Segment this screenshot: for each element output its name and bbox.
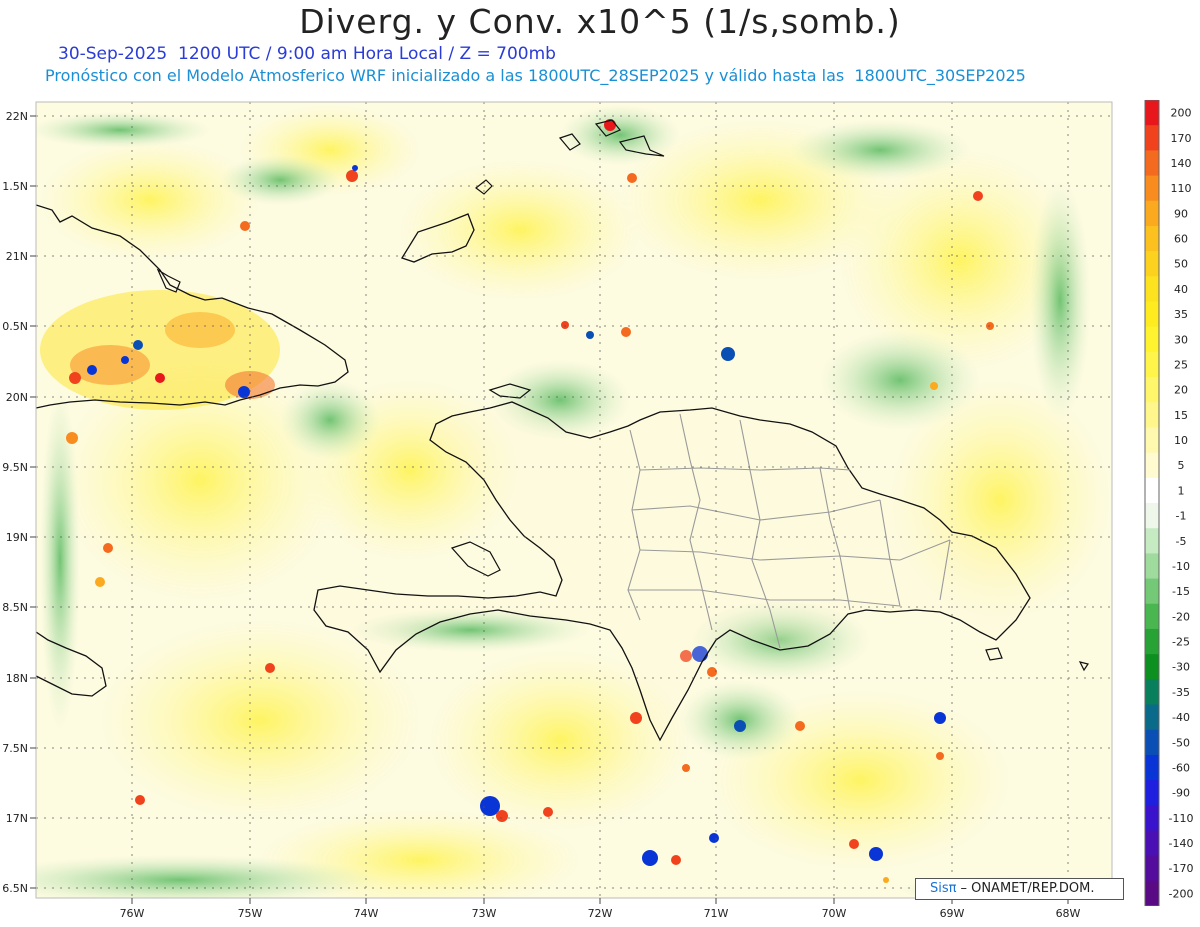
legend-label: 110 <box>1171 182 1192 195</box>
legend-swatch <box>1145 503 1159 529</box>
legend-swatch <box>1145 377 1159 403</box>
legend-label: -50 <box>1172 736 1190 749</box>
lon-label: 73W <box>472 907 497 920</box>
field-layer <box>36 102 1112 898</box>
legend-label: -170 <box>1169 862 1194 875</box>
lat-label: 18N <box>6 672 28 685</box>
legend-swatch <box>1145 225 1159 252</box>
lat-label: 1.5N <box>2 180 28 193</box>
lat-label: 20N <box>6 391 28 404</box>
lat-label: 19N <box>6 531 28 544</box>
lat-label: 8.5N <box>2 601 28 614</box>
legend-label: 25 <box>1174 358 1188 371</box>
lat-label: 0.5N <box>2 320 28 333</box>
lon-label: 74W <box>354 907 379 920</box>
legend-label: -35 <box>1172 686 1190 699</box>
lon-label: 75W <box>238 907 263 920</box>
legend-swatch <box>1145 100 1159 126</box>
legend-swatch <box>1145 150 1159 177</box>
legend-label: -140 <box>1169 837 1194 850</box>
legend-swatch <box>1145 452 1159 479</box>
legend-swatch <box>1145 679 1159 705</box>
legend-swatch <box>1145 578 1159 605</box>
legend-label: -60 <box>1172 761 1190 774</box>
legend-label: 170 <box>1171 132 1192 145</box>
legend-label: -15 <box>1172 585 1190 598</box>
legend-label: 30 <box>1174 333 1188 346</box>
legend-swatch <box>1145 200 1159 227</box>
lat-label: 21N <box>6 250 28 263</box>
legend-swatch <box>1145 326 1159 353</box>
legend-swatch <box>1145 805 1159 831</box>
legend-label: 200 <box>1171 107 1192 120</box>
legend-swatch <box>1145 175 1159 202</box>
lat-label: 17N <box>6 812 28 825</box>
color-legend: 200 170 140 110 90 60 50 40 35 30 25 20 15 10 5 1 -1 -5 -1… <box>1144 100 1194 906</box>
legend-label: -40 <box>1172 711 1190 724</box>
legend-label: 90 <box>1174 207 1188 220</box>
legend-swatch <box>1145 301 1159 328</box>
legend-swatch <box>1145 754 1159 781</box>
legend-label: -200 <box>1169 887 1194 900</box>
legend-swatch <box>1145 603 1159 630</box>
legend-label: -90 <box>1172 787 1190 800</box>
legend-swatch <box>1145 351 1159 378</box>
legend-label: -1 <box>1176 510 1187 523</box>
divergence-map: 22N 1.5N 21N 0.5N 20N 9.5N 19N 8.5N 18N … <box>2 101 1113 920</box>
legend-label: 60 <box>1174 233 1188 246</box>
lon-label: 69W <box>940 907 965 920</box>
legend-swatch <box>1145 402 1159 428</box>
legend-swatch <box>1145 654 1159 680</box>
legend-label: -20 <box>1172 610 1190 623</box>
credit-box: Sisπ – ONAMET/REP.DOM. <box>915 878 1124 900</box>
legend-swatch <box>1145 276 1159 302</box>
legend-label: -110 <box>1169 812 1194 825</box>
legend-label: 1 <box>1178 484 1185 497</box>
legend-label: -10 <box>1172 560 1190 573</box>
legend-label: 50 <box>1174 258 1188 271</box>
lat-label: 7.5N <box>2 742 28 755</box>
legend-swatch <box>1145 729 1159 756</box>
legend-label: 5 <box>1178 459 1185 472</box>
legend-swatch <box>1145 855 1159 882</box>
legend-swatch <box>1145 477 1159 504</box>
legend-swatch <box>1145 125 1159 151</box>
legend-label: -30 <box>1172 661 1190 674</box>
legend-label: 15 <box>1174 409 1188 422</box>
legend-swatch <box>1145 427 1159 454</box>
legend-label: -25 <box>1172 636 1190 649</box>
legend-swatch <box>1145 830 1159 857</box>
legend-label: 10 <box>1174 434 1188 447</box>
legend-swatch <box>1145 780 1159 806</box>
sispi-logo: Sisπ <box>930 881 957 896</box>
legend-swatch <box>1145 528 1159 554</box>
legend-swatch <box>1145 628 1159 655</box>
legend-label: 20 <box>1174 384 1188 397</box>
lat-label: 6.5N <box>2 882 28 895</box>
credit-text: – ONAMET/REP.DOM. <box>960 881 1095 896</box>
legend-label: 35 <box>1174 308 1188 321</box>
legend-label: 40 <box>1174 283 1188 296</box>
legend-swatch <box>1145 553 1159 580</box>
lon-label: 71W <box>704 907 729 920</box>
legend-swatch <box>1145 704 1159 731</box>
lat-axis: 22N 1.5N 21N 0.5N 20N 9.5N 19N 8.5N 18N … <box>2 110 28 895</box>
lon-axis: 76W 75W 74W 73W 72W 71W 70W 69W 68W <box>120 907 1081 920</box>
lat-label: 9.5N <box>2 461 28 474</box>
lon-label: 68W <box>1056 907 1081 920</box>
lon-label: 72W <box>588 907 613 920</box>
legend-swatch <box>1145 251 1159 277</box>
lon-label: 70W <box>822 907 847 920</box>
legend-swatch <box>1145 880 1159 906</box>
lon-label: 76W <box>120 907 145 920</box>
legend-label: 140 <box>1171 157 1192 170</box>
legend-label: -5 <box>1176 535 1187 548</box>
lat-label: 22N <box>6 110 28 123</box>
